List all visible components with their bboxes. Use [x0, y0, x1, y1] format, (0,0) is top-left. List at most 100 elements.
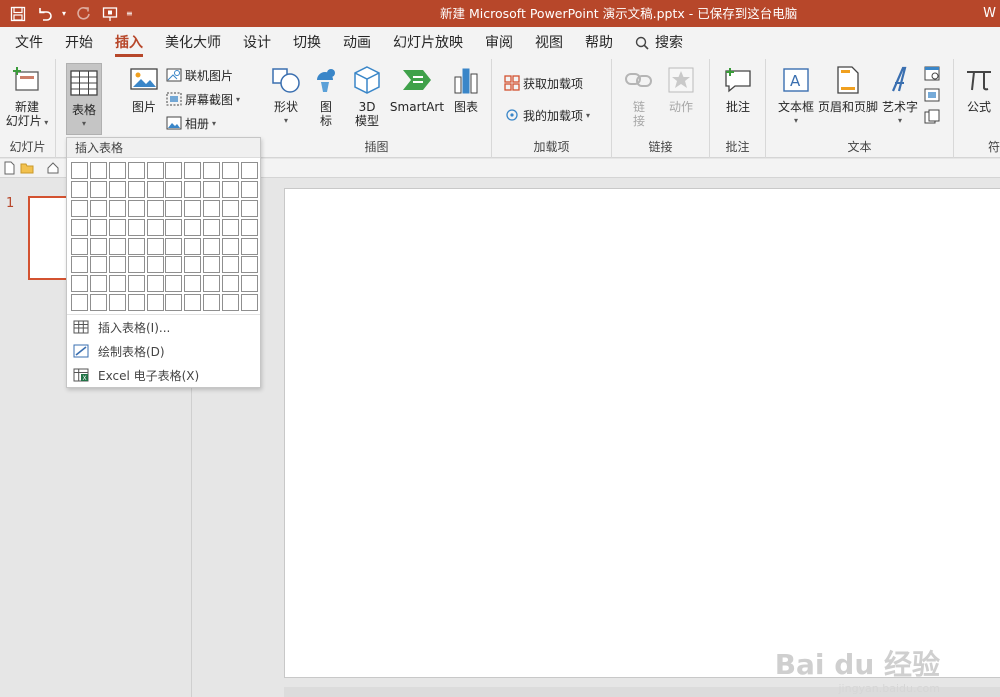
table-grid-cell[interactable]	[89, 199, 107, 217]
smartart-button[interactable]: SmartArt	[388, 63, 446, 114]
table-grid-cell[interactable]	[89, 275, 107, 293]
textbox-button[interactable]: A 文本框 ▾	[774, 63, 818, 128]
table-grid-cell[interactable]	[203, 256, 221, 274]
table-grid-cell[interactable]	[71, 162, 88, 179]
table-grid-cell[interactable]	[108, 218, 126, 236]
table-grid-cell[interactable]	[108, 237, 126, 255]
tab-file[interactable]: 文件	[4, 27, 54, 59]
table-grid-cell[interactable]	[184, 218, 202, 236]
table-grid-cell[interactable]	[146, 237, 164, 255]
table-grid-cell[interactable]	[108, 256, 126, 274]
table-grid-cell[interactable]	[165, 199, 183, 217]
table-grid-cell[interactable]	[127, 218, 145, 236]
table-grid-cell[interactable]	[184, 199, 202, 217]
action-button[interactable]: 动作	[664, 63, 698, 114]
table-grid-cell[interactable]	[222, 180, 240, 198]
table-grid-cell[interactable]	[203, 294, 221, 312]
table-grid-cell[interactable]	[146, 199, 164, 217]
table-grid-cell[interactable]	[89, 237, 107, 255]
customize-qat-icon[interactable]: ≡	[122, 3, 137, 25]
table-grid-cell[interactable]	[71, 180, 88, 198]
table-grid-cell[interactable]	[184, 180, 202, 198]
redo-icon[interactable]	[72, 3, 96, 25]
table-grid-cell[interactable]	[165, 162, 183, 179]
icons-button[interactable]: 图 标	[310, 63, 342, 128]
picture-button[interactable]: 图片	[126, 63, 162, 114]
table-grid-cell[interactable]	[222, 275, 240, 293]
tab-transitions[interactable]: 切换	[282, 27, 332, 59]
table-button[interactable]: 表格 ▾	[66, 63, 102, 135]
tab-beautify-master[interactable]: 美化大师	[154, 27, 232, 59]
undo-icon[interactable]	[32, 3, 58, 25]
table-grid-cell[interactable]	[71, 237, 88, 255]
tab-design[interactable]: 设计	[232, 27, 282, 59]
screenshot-button[interactable]: 屏幕截图 ▾	[166, 89, 240, 109]
my-addins-button[interactable]: 我的加载项 ▾	[504, 105, 590, 125]
tab-home[interactable]: 开始	[54, 27, 104, 59]
draw-table-menu-item[interactable]: 绘制表格(D)	[67, 339, 260, 363]
date-time-button[interactable]	[924, 63, 940, 83]
insert-table-menu-item[interactable]: 插入表格(I)...	[67, 315, 260, 339]
wordart-button[interactable]: 艺术字 ▾	[880, 63, 920, 128]
tab-review[interactable]: 审阅	[474, 27, 524, 59]
table-grid-cell[interactable]	[184, 162, 202, 179]
table-grid-cell[interactable]	[222, 218, 240, 236]
table-grid-cell[interactable]	[241, 256, 259, 274]
table-grid-cell[interactable]	[241, 294, 259, 312]
table-grid-cell[interactable]	[108, 275, 126, 293]
shapes-button[interactable]: 形状 ▾	[268, 63, 304, 128]
table-grid-cell[interactable]	[108, 180, 126, 198]
table-grid-cell[interactable]	[222, 199, 240, 217]
table-grid-cell[interactable]	[127, 237, 145, 255]
table-grid-cell[interactable]	[146, 162, 164, 179]
tab-help[interactable]: 帮助	[574, 27, 624, 59]
table-grid-cell[interactable]	[108, 199, 126, 217]
table-grid-cell[interactable]	[203, 218, 221, 236]
excel-spreadsheet-menu-item[interactable]: X Excel 电子表格(X)	[67, 363, 260, 387]
table-grid-cell[interactable]	[146, 294, 164, 312]
slide-canvas[interactable]	[284, 188, 1000, 678]
table-grid-cell[interactable]	[241, 218, 259, 236]
table-grid-cell[interactable]	[241, 180, 259, 198]
table-grid-cell[interactable]	[184, 256, 202, 274]
header-footer-button[interactable]: 页眉和页脚	[816, 63, 880, 114]
table-grid-cell[interactable]	[89, 218, 107, 236]
table-grid-cell[interactable]	[222, 294, 240, 312]
tab-animations[interactable]: 动画	[332, 27, 382, 59]
table-grid-cell[interactable]	[127, 256, 145, 274]
table-grid-cell[interactable]	[89, 162, 107, 179]
new-file-icon[interactable]	[2, 161, 16, 175]
table-grid-cell[interactable]	[146, 275, 164, 293]
table-grid-cell[interactable]	[222, 256, 240, 274]
table-grid-cell[interactable]	[241, 199, 259, 217]
folder-icon[interactable]	[20, 161, 34, 175]
table-grid-cell[interactable]	[165, 237, 183, 255]
table-grid-cell[interactable]	[203, 275, 221, 293]
table-grid-cell[interactable]	[127, 294, 145, 312]
table-grid-cell[interactable]	[165, 218, 183, 236]
table-grid-cell[interactable]	[71, 218, 88, 236]
table-grid-cell[interactable]	[108, 294, 126, 312]
table-grid-cell[interactable]	[146, 256, 164, 274]
table-grid-cell[interactable]	[203, 237, 221, 255]
table-grid-cell[interactable]	[241, 162, 259, 179]
table-grid-cell[interactable]	[146, 218, 164, 236]
home-icon[interactable]	[46, 161, 60, 175]
chart-button[interactable]: 图表	[448, 63, 484, 114]
save-icon[interactable]	[6, 3, 30, 25]
table-grid-cell[interactable]	[71, 199, 88, 217]
online-picture-button[interactable]: 联机图片	[166, 65, 233, 85]
table-grid-cell[interactable]	[241, 275, 259, 293]
table-grid-cell[interactable]	[127, 275, 145, 293]
tab-insert[interactable]: 插入	[104, 27, 154, 59]
comment-button[interactable]: 批注	[720, 63, 756, 114]
table-grid-cell[interactable]	[203, 180, 221, 198]
table-grid-cell[interactable]	[222, 237, 240, 255]
table-grid-cell[interactable]	[127, 180, 145, 198]
table-grid-cell[interactable]	[184, 275, 202, 293]
link-button[interactable]: 链 接	[624, 63, 654, 128]
table-grid-cell[interactable]	[89, 294, 107, 312]
table-grid-cell[interactable]	[241, 237, 259, 255]
table-grid-cell[interactable]	[108, 162, 126, 179]
table-grid-cell[interactable]	[71, 294, 88, 312]
